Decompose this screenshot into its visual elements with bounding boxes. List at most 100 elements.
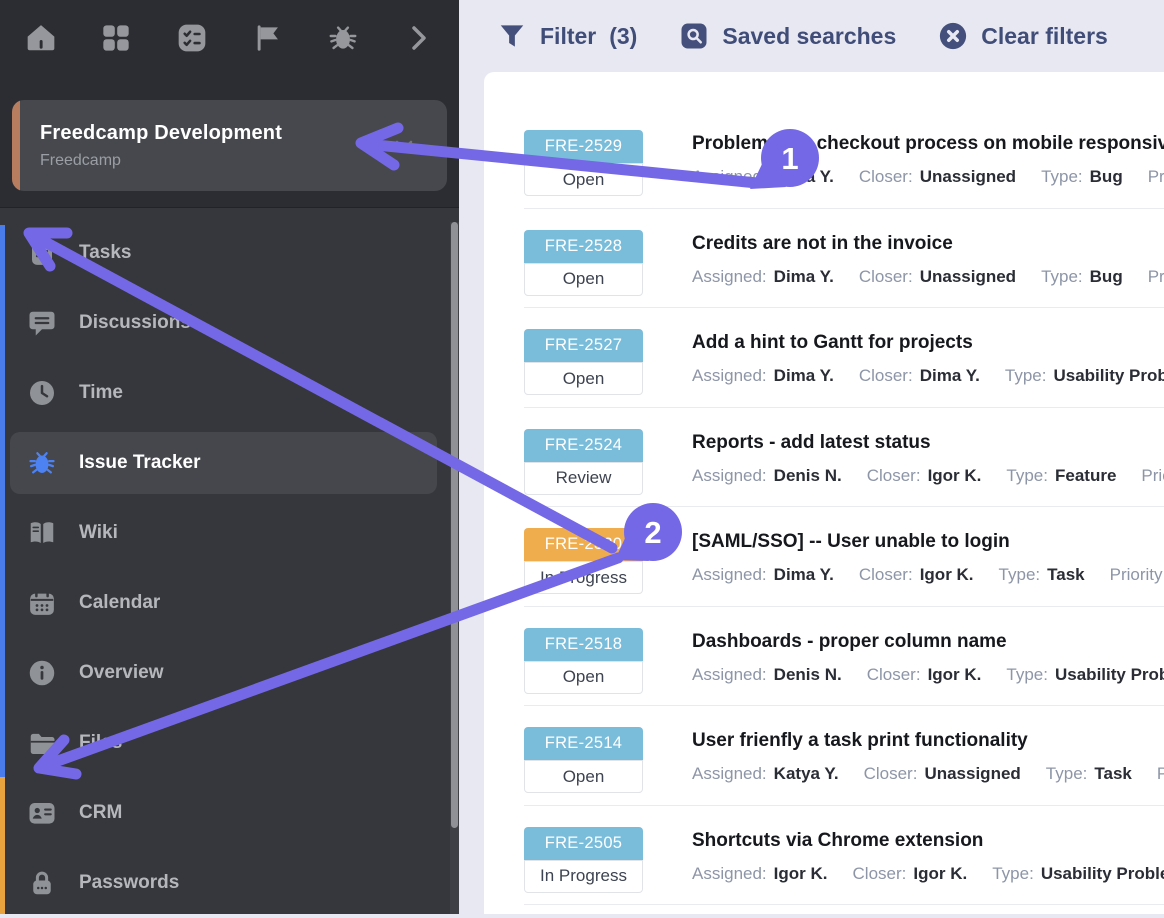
closer-label: Closer: [867, 665, 921, 684]
issue-meta: Assigned:Dima Y.Closer:UnassignedType:Bu… [692, 267, 1164, 287]
issue-title[interactable]: Shortcuts via Chrome extension [692, 830, 1164, 852]
clear-circle-x-icon [938, 21, 968, 51]
type-value: Feature [1055, 466, 1116, 485]
issue-title[interactable]: User frienfly a task print functionality [692, 730, 1164, 752]
issue-status: Open [524, 163, 643, 196]
flag-icon[interactable] [251, 22, 283, 54]
project-selector[interactable]: Freedcamp Development Freedcamp [12, 100, 447, 191]
sidebar-menu-item[interactable]: Calendar [0, 568, 459, 638]
issue-id-badge[interactable]: FRE-2524 [524, 429, 643, 462]
issue-main: Dashboards - proper column name Assigned… [692, 628, 1164, 706]
issue-status: Open [524, 263, 643, 296]
issue-id-badge[interactable]: FRE-2520 [524, 528, 643, 561]
sidebar: Freedcamp Development Freedcamp Tasks [0, 0, 459, 914]
issue-meta: Assigned:Katya Y.Closer:UnassignedType:T… [692, 764, 1164, 784]
closer-value: Unassigned [920, 267, 1016, 286]
type-value: Usability Problem [1053, 366, 1164, 385]
priority-label: Priority: [1148, 267, 1164, 286]
issue-status: In Progress [524, 860, 643, 893]
issue-status: Review [524, 462, 643, 495]
apps-grid-icon[interactable] [100, 22, 132, 54]
issue-row[interactable]: FRE-2514 Open User frienfly a task print… [524, 706, 1164, 806]
issue-id-badge[interactable]: FRE-2527 [524, 329, 643, 362]
issue-id-block: FRE-2505 In Progress [524, 827, 643, 905]
issue-row[interactable]: FRE-2529 Open Problem with checkout proc… [524, 109, 1164, 209]
bug-icon[interactable] [327, 22, 359, 54]
issue-main: Credits are not in the invoice Assigned:… [692, 230, 1164, 308]
closer-value: Unassigned [920, 167, 1016, 186]
closer-label: Closer: [859, 565, 913, 584]
sidebar-accent-blue [0, 225, 5, 777]
calendar-icon [27, 588, 57, 618]
closer-value: Igor K. [928, 466, 982, 485]
chevron-down-icon[interactable] [389, 131, 419, 161]
assigned-label: Assigned: [692, 267, 767, 286]
chevron-right-icon[interactable] [402, 22, 434, 54]
closer-value: Igor K. [928, 665, 982, 684]
clear-filters-label: Clear filters [981, 23, 1108, 50]
saved-search-icon [679, 21, 709, 51]
issue-row[interactable]: FRE-2520 In Progress [SAML/SSO] -- User … [524, 507, 1164, 607]
issue-id-badge[interactable]: FRE-2514 [524, 727, 643, 760]
issue-row[interactable]: FRE-2528 Open Credits are not in the inv… [524, 209, 1164, 309]
sidebar-menu-item[interactable]: Tasks [0, 218, 459, 288]
priority-label: Priority: [1110, 565, 1164, 584]
issue-id-badge[interactable]: FRE-2528 [524, 230, 643, 263]
issue-title[interactable]: Dashboards - proper column name [692, 631, 1164, 653]
issue-title[interactable]: Add a hint to Gantt for projects [692, 332, 1164, 354]
sidebar-menu-item-label: Wiki [79, 522, 118, 544]
assigned-label: Assigned: [692, 665, 767, 684]
sidebar-menu-item[interactable]: Discussions [0, 288, 459, 358]
issue-id-badge[interactable]: FRE-2518 [524, 628, 643, 661]
sidebar-menu-item[interactable]: CRM [0, 778, 459, 848]
assigned-value: Denis N. [774, 466, 842, 485]
closer-value: Igor K. [913, 864, 967, 883]
filter-button[interactable]: Filter (3) [497, 21, 637, 51]
closer-value: Igor K. [920, 565, 974, 584]
priority-label: Priority: [1157, 764, 1164, 783]
task-list-icon[interactable] [176, 22, 208, 54]
sidebar-menu-item[interactable]: Time [0, 358, 459, 428]
issue-row[interactable]: FRE-2518 Open Dashboards - proper column… [524, 607, 1164, 707]
files-folder-icon [27, 728, 57, 758]
funnel-icon [497, 21, 527, 51]
issue-id-badge[interactable]: FRE-2505 [524, 827, 643, 860]
issue-meta: Assigned:Igor K.Closer:Igor K.Type:Usabi… [692, 864, 1164, 884]
issue-id-block: FRE-2527 Open [524, 329, 643, 407]
sidebar-menu-item[interactable]: Wiki [0, 498, 459, 568]
closer-value: Unassigned [924, 764, 1020, 783]
issue-meta: Assigned:Dima Y.Closer:Igor K.Type:TaskP… [692, 565, 1164, 585]
issue-main: User frienfly a task print functionality… [692, 727, 1164, 805]
assigned-label: Assigned: [692, 764, 767, 783]
sidebar-menu-item[interactable]: Passwords [0, 848, 459, 918]
saved-searches-label: Saved searches [722, 23, 896, 50]
sidebar-menu-item[interactable]: Issue Tracker [10, 432, 437, 494]
sidebar-scrollbar-thumb[interactable] [451, 222, 458, 828]
home-icon[interactable] [25, 22, 57, 54]
closer-label: Closer: [859, 267, 913, 286]
assigned-value: Dima Y. [774, 565, 834, 584]
project-title: Freedcamp Development [40, 122, 389, 145]
issue-title[interactable]: [SAML/SSO] -- User unable to login [692, 531, 1164, 553]
issue-meta: Assigned:Dima Y.Closer:Dima Y.Type:Usabi… [692, 366, 1164, 386]
sidebar-top: Freedcamp Development Freedcamp [0, 0, 459, 208]
closer-label: Closer: [853, 864, 907, 883]
type-label: Type: [992, 864, 1034, 883]
clear-filters-button[interactable]: Clear filters [938, 21, 1108, 51]
saved-searches-button[interactable]: Saved searches [679, 21, 896, 51]
type-value: Bug [1090, 267, 1123, 286]
issue-id-badge[interactable]: FRE-2529 [524, 130, 643, 163]
issue-title[interactable]: Reports - add latest status [692, 432, 1164, 454]
issue-title[interactable]: Credits are not in the invoice [692, 233, 1164, 255]
type-value: Bug [1090, 167, 1123, 186]
assigned-value: Denis N. [774, 665, 842, 684]
issue-row[interactable]: FRE-2527 Open Add a hint to Gantt for pr… [524, 308, 1164, 408]
sidebar-menu-item-label: Issue Tracker [79, 452, 200, 474]
issue-title[interactable]: Problem with checkout process on mobile … [692, 133, 1164, 155]
issue-row[interactable]: FRE-2505 In Progress Shortcuts via Chrom… [524, 806, 1164, 906]
sidebar-menu-item[interactable]: Files [0, 708, 459, 778]
closer-label: Closer: [867, 466, 921, 485]
tasks-icon [27, 238, 57, 268]
sidebar-menu-item[interactable]: Overview [0, 638, 459, 708]
issue-row[interactable]: FRE-2524 Review Reports - add latest sta… [524, 408, 1164, 508]
